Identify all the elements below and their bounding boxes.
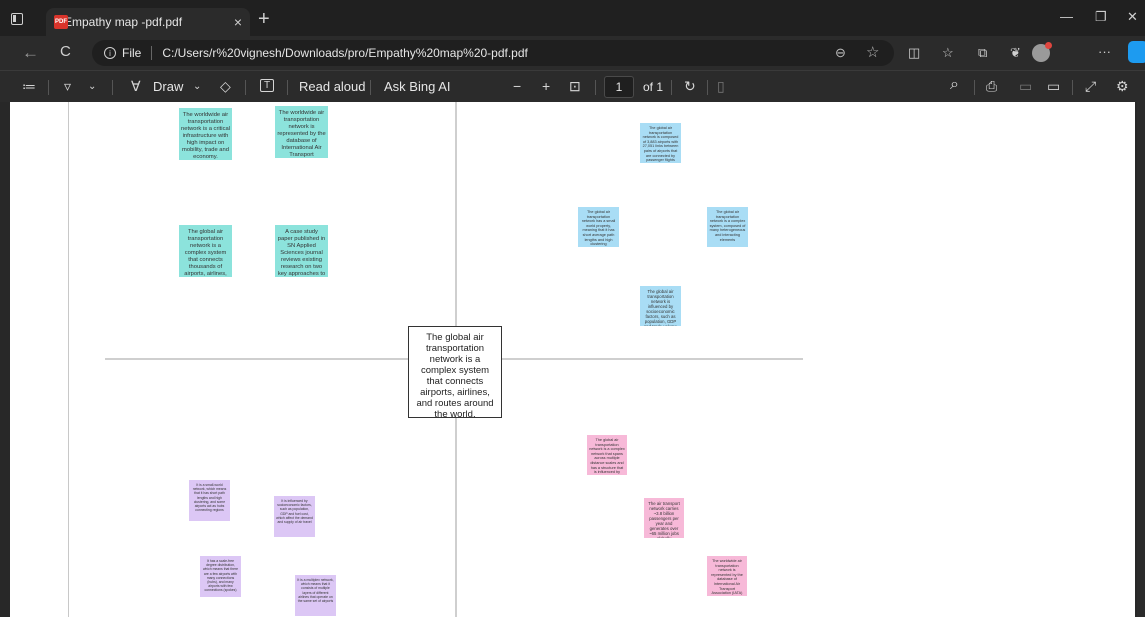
url-scheme: File	[122, 46, 142, 60]
zoom-icon[interactable]: ⊖	[835, 45, 846, 61]
pdf-toolbar: ≔ ▿ ⌄ ∀ Draw ⌄ ◇ T Read aloud Ask Bing A…	[0, 70, 1145, 102]
collections-icon[interactable]: ⧉	[978, 45, 987, 61]
toolbar-divider	[245, 80, 246, 95]
minimize-button[interactable]: —	[1060, 9, 1073, 24]
toolbar-divider	[287, 80, 288, 95]
toolbar-divider	[707, 80, 708, 95]
sticky-note-pink: The global air transportation network is…	[587, 435, 627, 475]
vertical-scrollbar[interactable]	[1137, 102, 1145, 617]
pdf-page: The global air transportation network is…	[10, 102, 1135, 617]
page-number-input[interactable]: 1	[604, 76, 634, 98]
highlight-icon[interactable]: ▿	[64, 78, 71, 95]
zoom-in-button[interactable]: +	[542, 78, 550, 94]
toolbar-divider	[112, 80, 113, 95]
toolbar-divider	[1072, 80, 1073, 95]
sticky-note-purple: It has a scale-free degree distribution,…	[200, 556, 241, 597]
back-button[interactable]: ←	[22, 43, 39, 63]
extensions-icon[interactable]: ❦	[1010, 45, 1021, 61]
save-as-icon[interactable]: ▭	[1047, 78, 1060, 95]
center-topic-box: The global air transportation network is…	[408, 326, 502, 420]
ask-bing-button[interactable]: Ask Bing AI	[384, 79, 450, 94]
close-tab-icon[interactable]: ×	[234, 14, 242, 30]
url-text[interactable]: C:/Users/r%20vignesh/Downloads/pro/Empat…	[162, 46, 528, 60]
tab-actions-icon[interactable]	[11, 13, 23, 25]
rotate-icon[interactable]: ↻	[684, 78, 696, 95]
tab-empathy-map[interactable]: PDF Empathy map -pdf.pdf ×	[46, 8, 250, 36]
close-window-button[interactable]: ✕	[1127, 9, 1138, 25]
sticky-note-blue: The global air transportation network is…	[640, 286, 681, 326]
sticky-note-teal: The worldwide air transportation network…	[275, 106, 328, 158]
sticky-note-purple: It is a multiplex network, which means t…	[295, 575, 336, 616]
sticky-note-teal: The worldwide air transportation network…	[179, 108, 232, 160]
tab-title: Empathy map -pdf.pdf	[64, 15, 183, 29]
search-icon[interactable]: ⌕	[950, 76, 959, 94]
page-view-icon[interactable]: ▯	[717, 78, 725, 95]
sticky-note-teal: The global air transportation network is…	[179, 225, 232, 277]
restore-button[interactable]: ❐	[1095, 9, 1107, 25]
fit-page-icon[interactable]: ⊡	[569, 78, 581, 95]
sticky-note-pink: The air transport network carries ~3.8 b…	[644, 498, 684, 538]
read-aloud-button[interactable]: Read aloud	[299, 79, 366, 94]
erase-icon[interactable]: ◇	[220, 78, 231, 95]
address-bar: ← C i File C:/Users/r%20vignesh/Download…	[0, 36, 1145, 70]
favorite-icon[interactable]: ☆	[866, 43, 879, 61]
page-count: of 1	[643, 80, 664, 94]
highlight-dropdown-icon[interactable]: ⌄	[88, 81, 96, 92]
toolbar-divider	[671, 80, 672, 95]
pdf-icon: PDF	[54, 15, 68, 29]
draw-icon[interactable]: ∀	[131, 78, 141, 95]
sticky-note-blue: The global air transportation network is…	[707, 207, 748, 247]
sticky-note-blue: The global air transportation network ha…	[578, 207, 619, 247]
toolbar-divider	[48, 80, 49, 95]
draw-dropdown-icon[interactable]: ⌄	[193, 81, 201, 92]
sticky-note-purple: It is influenced by socioeconomic factor…	[274, 496, 315, 537]
bing-copilot-icon[interactable]	[1128, 41, 1145, 63]
settings-icon[interactable]: ⚙	[1116, 78, 1129, 95]
info-icon[interactable]: i	[104, 47, 116, 59]
draw-button[interactable]: Draw	[153, 79, 183, 94]
refresh-button[interactable]: C	[60, 43, 71, 60]
toolbar-divider	[370, 80, 371, 95]
fullscreen-icon[interactable]: ⤢	[1085, 78, 1096, 95]
url-divider	[151, 46, 153, 60]
print-icon[interactable]: ⎙	[986, 78, 997, 95]
sticky-note-pink: The worldwide air transportation network…	[707, 556, 747, 596]
new-tab-button[interactable]: +	[258, 9, 270, 29]
sticky-note-blue: The global air transportation network is…	[640, 123, 681, 163]
profile-avatar[interactable]	[1032, 42, 1052, 62]
sticky-note-purple: It is a small-world network, which means…	[189, 480, 230, 521]
add-text-icon[interactable]: T	[260, 79, 275, 92]
toolbar-divider	[595, 80, 596, 95]
pdf-viewer[interactable]: The global air transportation network is…	[0, 102, 1145, 617]
title-bar: PDF Empathy map -pdf.pdf × + — ❐ ✕	[0, 0, 1145, 36]
url-field[interactable]: i File C:/Users/r%20vignesh/Downloads/pr…	[92, 40, 894, 66]
save-icon[interactable]: ▭	[1019, 78, 1032, 95]
favorites-icon[interactable]: ☆	[942, 45, 954, 61]
page-border-line	[68, 102, 69, 617]
zoom-out-button[interactable]: −	[513, 78, 521, 94]
toolbar-divider	[974, 80, 975, 95]
sticky-note-teal: A case study paper published in SN Appli…	[275, 225, 328, 277]
contents-icon[interactable]: ≔	[22, 78, 36, 95]
split-screen-icon[interactable]: ◫	[908, 45, 920, 61]
more-menu-button[interactable]: ···	[1098, 44, 1111, 59]
